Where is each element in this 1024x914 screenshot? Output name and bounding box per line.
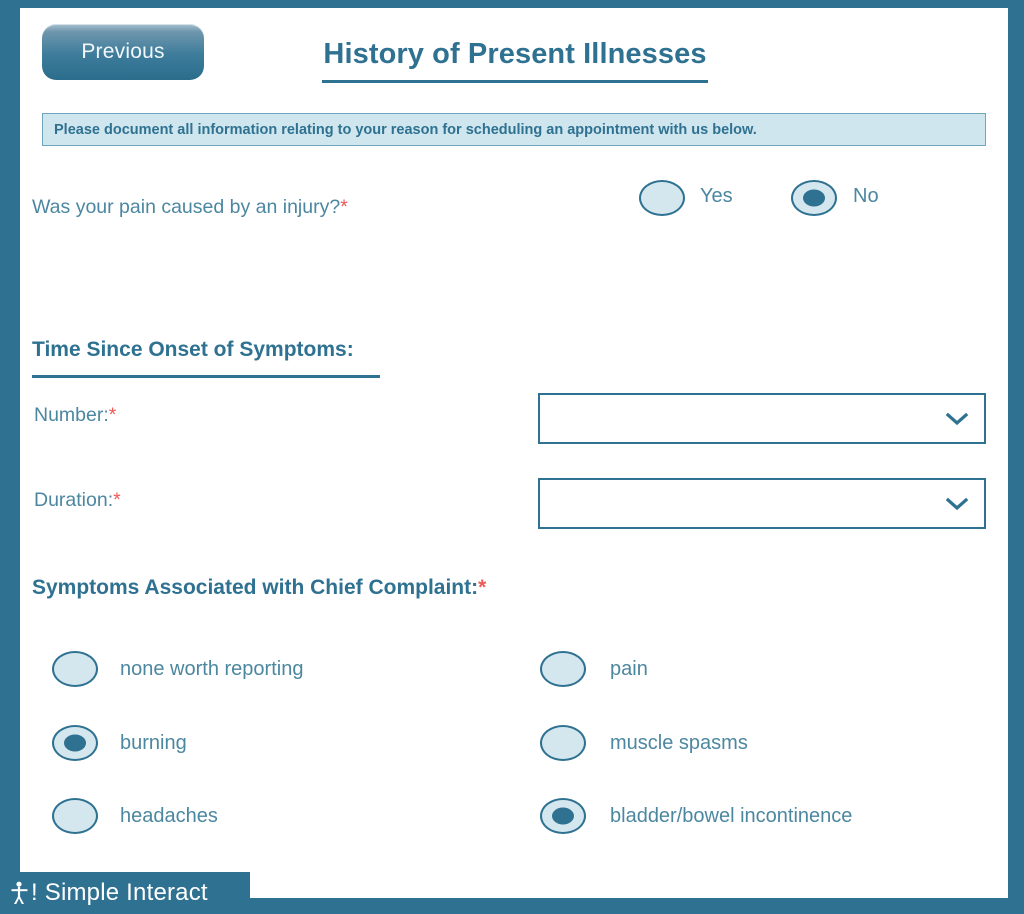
onset-section-underline: [32, 375, 380, 378]
number-field-required: *: [108, 404, 117, 426]
symptoms-section-heading-text: Symptoms Associated with Chief Complaint…: [32, 576, 479, 599]
page-title: History of Present Illnesses: [323, 38, 707, 70]
injury-radio-no-label: No: [853, 185, 879, 207]
form-page: Previous History of Present Illnesses Pl…: [20, 8, 1008, 898]
symptom-radio-burning[interactable]: [52, 725, 98, 761]
duration-field-required: *: [113, 489, 121, 511]
symptom-radio-none-worth-reporting[interactable]: [52, 651, 98, 687]
symptom-radio-pain[interactable]: [540, 651, 586, 687]
number-field-label-text: Number:: [34, 404, 109, 426]
window-frame: Previous History of Present Illnesses Pl…: [0, 0, 1024, 914]
symptom-label-headaches: headaches: [120, 805, 218, 827]
symptoms-section-required: *: [478, 576, 487, 599]
symptom-radio-bladder-bowel-incontinence[interactable]: [540, 798, 586, 834]
symptom-label-none-worth-reporting: none worth reporting: [120, 658, 304, 680]
symptom-label-muscle-spasms: muscle spasms: [610, 732, 748, 754]
injury-question-text: Was your pain caused by an injury?: [32, 196, 341, 218]
injury-question-required: *: [340, 196, 348, 218]
injury-radio-no[interactable]: [791, 180, 837, 216]
page-title-underline: [322, 80, 708, 83]
symptoms-section-heading: Symptoms Associated with Chief Complaint…: [32, 576, 486, 600]
injury-question-label: Was your pain caused by an injury?*: [32, 196, 348, 219]
symptom-radio-headaches[interactable]: [52, 798, 98, 834]
injury-radio-yes-label: Yes: [700, 185, 733, 207]
duration-field-label-text: Duration:: [34, 489, 114, 511]
chevron-down-icon: [946, 412, 968, 425]
instruction-banner: Please document all information relating…: [42, 113, 986, 146]
brand-logo-text: ! Simple Interact: [31, 879, 208, 906]
injury-radio-yes[interactable]: [639, 180, 685, 216]
symptom-label-pain: pain: [610, 658, 648, 680]
number-select[interactable]: [538, 393, 986, 444]
instruction-banner-text: Please document all information relating…: [54, 121, 757, 138]
brand-logo: ! Simple Interact: [0, 872, 250, 914]
onset-section-heading: Time Since Onset of Symptoms:: [32, 338, 354, 361]
symptom-label-bladder-bowel-incontinence: bladder/bowel incontinence: [610, 805, 853, 827]
previous-button[interactable]: Previous: [42, 24, 204, 80]
number-field-label: Number:*: [34, 404, 116, 427]
person-figure-icon: [11, 881, 28, 904]
duration-field-label: Duration:*: [34, 489, 121, 512]
symptom-radio-muscle-spasms[interactable]: [540, 725, 586, 761]
symptom-label-burning: burning: [120, 732, 187, 754]
chevron-down-icon: [946, 497, 968, 510]
duration-select[interactable]: [538, 478, 986, 529]
